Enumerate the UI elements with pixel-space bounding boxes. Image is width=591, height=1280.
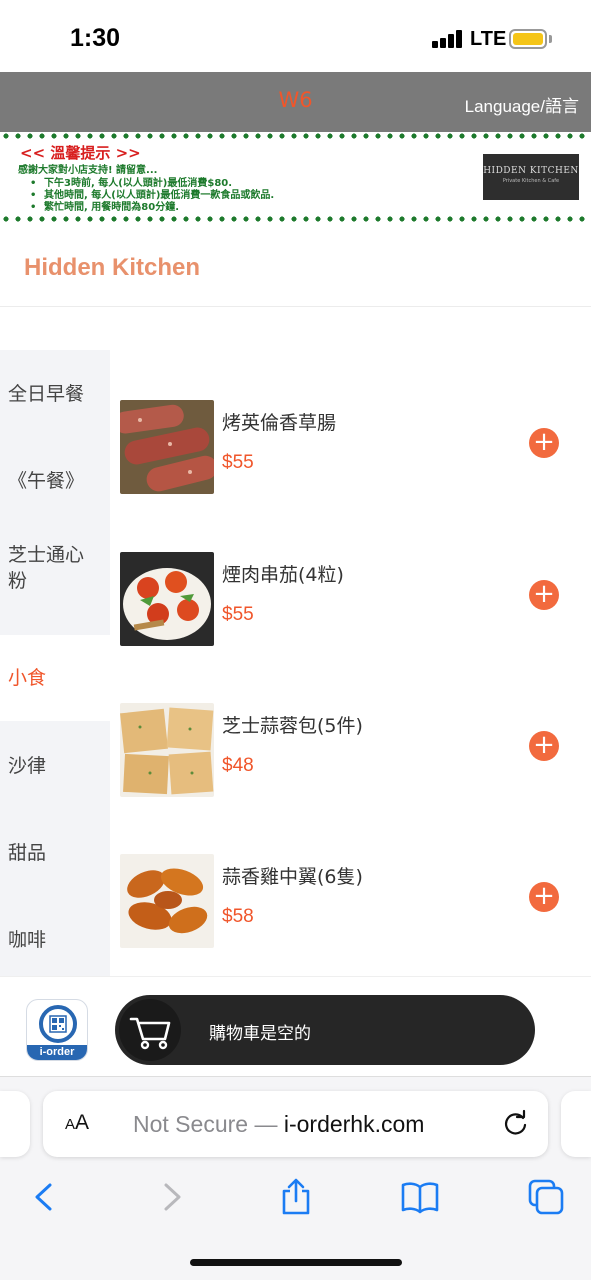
- item-name: 煙肉串茄(4粒): [222, 564, 344, 586]
- menu-item[interactable]: 烤英倫香草腸 $55 +: [110, 400, 591, 550]
- status-time: 1:30: [70, 24, 121, 52]
- cart-icon[interactable]: [119, 999, 181, 1061]
- divider: [0, 306, 591, 307]
- network-type: LTE: [470, 28, 507, 50]
- home-indicator: [190, 1259, 402, 1266]
- shop-logo-title: HIDDEN KITCHEN: [483, 166, 579, 176]
- add-to-cart-button[interactable]: +: [529, 428, 559, 458]
- share-icon[interactable]: [276, 1177, 316, 1217]
- notice-title: << 溫馨提示 >>: [20, 144, 141, 162]
- signal-icon: [432, 30, 464, 48]
- url-host: i-orderhk.com: [283, 1111, 425, 1137]
- add-to-cart-button[interactable]: +: [529, 882, 559, 912]
- aa-small: A: [65, 1116, 76, 1133]
- security-label: Not Secure —: [133, 1111, 284, 1137]
- reload-icon[interactable]: [501, 1109, 531, 1139]
- next-tab-card[interactable]: [561, 1091, 591, 1157]
- browser-chrome: AA Not Secure — i-orderhk.com: [0, 1076, 591, 1280]
- reader-settings-button[interactable]: AA: [65, 1111, 89, 1135]
- forward-icon[interactable]: [152, 1177, 192, 1217]
- aa-big: A: [75, 1111, 90, 1134]
- garlic-bread-photo: [120, 703, 214, 797]
- category-salad[interactable]: 沙律: [0, 722, 110, 809]
- sausage-photo: [120, 400, 214, 494]
- cart-status: 購物車是空的: [209, 1024, 311, 1044]
- category-lunch[interactable]: 《午餐》: [0, 437, 110, 524]
- url-text: Not Secure — i-orderhk.com: [133, 1111, 424, 1138]
- cart-bar[interactable]: 購物車是空的: [115, 995, 535, 1065]
- notice-line-text: 繁忙時間, 用餐時間為80分鐘.: [44, 202, 179, 213]
- shop-title: Hidden Kitchen: [24, 254, 201, 281]
- address-bar[interactable]: AA Not Secure — i-orderhk.com: [43, 1091, 548, 1157]
- previous-tab-card[interactable]: [0, 1091, 30, 1157]
- battery-tip: [549, 35, 552, 43]
- category-coffee[interactable]: 咖啡: [0, 896, 110, 983]
- item-name: 芝士蒜蓉包(5件): [222, 715, 363, 737]
- category-sidebar: 全日早餐 《午餐》 芝士通心粉 小食 沙律 甜品 咖啡: [0, 350, 110, 976]
- menu-item[interactable]: 煙肉串茄(4粒) $55 +: [110, 552, 591, 702]
- app-header: W6 Language/語言: [0, 72, 591, 132]
- category-breakfast[interactable]: 全日早餐: [0, 350, 110, 437]
- language-switch[interactable]: Language/語言: [465, 92, 579, 117]
- cart-area: i-order 購物車是空的: [0, 976, 591, 1076]
- add-to-cart-button[interactable]: +: [529, 580, 559, 610]
- shop-logo: HIDDEN KITCHEN Private Kitchen & Cafe: [483, 154, 579, 200]
- bookmarks-icon[interactable]: [400, 1177, 440, 1217]
- notice-banner: << 溫馨提示 >> 感謝大家對小店支持! 請留意... • 下午3時前, 每人(…: [0, 132, 591, 224]
- shop-logo-subtitle: Private Kitchen & Cafe: [502, 178, 560, 184]
- category-snacks[interactable]: 小食: [0, 635, 110, 721]
- chicken-wings-photo: [120, 854, 214, 948]
- i-order-logo[interactable]: i-order: [26, 999, 88, 1061]
- back-icon[interactable]: [24, 1177, 64, 1217]
- notice-line: • 繁忙時間, 用餐時間為80分鐘.: [30, 202, 179, 213]
- banner-dots-top: [0, 133, 591, 139]
- status-bar: 1:30 LTE: [0, 0, 591, 72]
- item-price: $58: [222, 906, 254, 927]
- banner-dots-bottom: [0, 216, 591, 222]
- item-name: 蒜香雞中翼(6隻): [222, 866, 363, 888]
- menu-item[interactable]: 芝士蒜蓉包(5件) $48 +: [110, 703, 591, 853]
- i-order-label: i-order: [27, 1045, 87, 1060]
- item-name: 烤英倫香草腸: [222, 412, 337, 434]
- item-price: $48: [222, 755, 254, 776]
- bacon-tomato-photo: [120, 552, 214, 646]
- item-price: $55: [222, 452, 254, 473]
- category-mac-cheese[interactable]: 芝士通心粉: [0, 524, 110, 611]
- battery-icon: [509, 29, 547, 49]
- item-price: $55: [222, 604, 254, 625]
- category-dessert[interactable]: 甜品: [0, 809, 110, 896]
- tabs-icon[interactable]: [526, 1177, 566, 1217]
- add-to-cart-button[interactable]: +: [529, 731, 559, 761]
